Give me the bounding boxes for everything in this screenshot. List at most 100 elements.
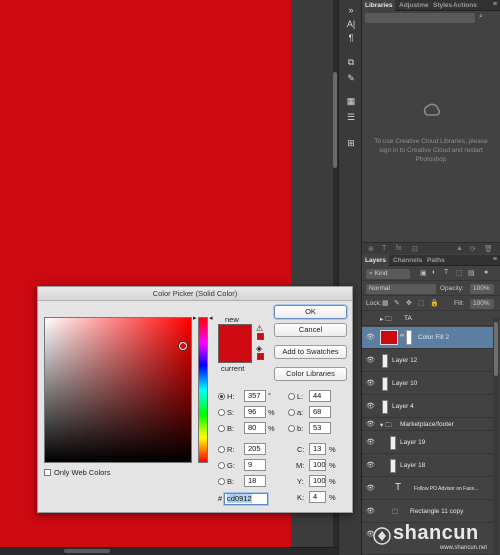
red-field[interactable]: 205 xyxy=(244,443,266,455)
fx-icon[interactable]: fx xyxy=(396,245,401,252)
eye-icon[interactable]: 👁 xyxy=(366,462,375,470)
eye-icon[interactable]: 👁 xyxy=(366,485,375,493)
type-icon[interactable]: A| xyxy=(344,18,358,30)
fill-field[interactable]: 100% xyxy=(470,299,494,309)
gamut-swatch[interactable] xyxy=(257,333,264,340)
a-field[interactable]: 68 xyxy=(309,406,331,418)
collapse-icon[interactable]: » xyxy=(344,4,358,16)
eye-icon[interactable]: 👁 xyxy=(366,357,375,365)
eye-icon[interactable]: 👁 xyxy=(366,439,375,447)
lock-pixels-icon[interactable]: ▦ xyxy=(382,299,389,307)
trash-icon[interactable]: 🗑 xyxy=(484,245,493,253)
paragraph-icon[interactable]: ¶ xyxy=(344,32,358,44)
filter-toggle-icon[interactable]: ● xyxy=(484,269,488,276)
lock-artboard-icon[interactable]: ⬚ xyxy=(418,299,425,307)
layer-row-text[interactable]: 👁 T Follow PO Advisor on Face... xyxy=(362,478,493,500)
horizontal-scroll-thumb[interactable] xyxy=(64,549,110,553)
only-web-colors-checkbox[interactable] xyxy=(44,469,51,476)
hue-radio[interactable] xyxy=(218,393,225,400)
hue-slider[interactable] xyxy=(198,317,208,463)
layer-row[interactable]: 👁 Layer 10 xyxy=(362,373,493,395)
opacity-field[interactable]: 100% xyxy=(470,284,494,294)
sync-icon[interactable]: ⟳ xyxy=(470,245,476,253)
current-color-swatch[interactable] xyxy=(218,344,252,363)
layer-row-group-marketplace[interactable]: 👁 ▾ 🗀 Marketplace/footer xyxy=(362,419,493,431)
layers-scroll-thumb[interactable] xyxy=(494,322,498,376)
layer-row[interactable]: 👁 Layer 18 xyxy=(362,455,493,477)
tab-libraries[interactable]: Libraries xyxy=(362,0,396,11)
shape-filter-icon[interactable]: ⬚ xyxy=(456,269,463,277)
eye-icon[interactable]: 👁 xyxy=(366,334,375,342)
yellow-field[interactable]: 100 xyxy=(309,475,326,487)
cyan-field[interactable]: 13 xyxy=(309,443,326,455)
text-style-icon[interactable]: T xyxy=(382,245,386,252)
canvas-horizontal-scrollbar[interactable] xyxy=(0,547,338,555)
canvas-vertical-scrollbar[interactable] xyxy=(333,72,337,168)
lock-position-icon[interactable]: ✥ xyxy=(406,299,412,307)
cancel-button[interactable]: Cancel xyxy=(274,323,347,337)
layer-row-group-ta[interactable]: ▸ 🗀 TA xyxy=(362,312,493,326)
dialog-title[interactable]: Color Picker (Solid Color) xyxy=(38,287,352,301)
color-selector-ring[interactable] xyxy=(179,342,187,350)
blend-mode-select[interactable]: Normal xyxy=(366,284,436,294)
eye-icon[interactable]: 👁 xyxy=(366,421,375,429)
layers-menu-icon[interactable]: ≡ xyxy=(493,256,497,263)
tab-layers[interactable]: Layers xyxy=(362,255,389,266)
layer-row[interactable]: 👁 Layer 19 xyxy=(362,432,493,454)
tab-paths[interactable]: Paths xyxy=(424,255,448,266)
eye-icon[interactable]: 👁 xyxy=(366,508,375,516)
layer-kind-filter[interactable]: ⌕ Kind xyxy=(366,269,410,279)
b-lab-radio[interactable] xyxy=(288,425,295,432)
tab-actions[interactable]: Actions xyxy=(450,0,480,11)
hue-arrow-right-icon[interactable]: ◂ xyxy=(209,314,213,322)
brightness-radio[interactable] xyxy=(218,425,225,432)
web-safe-swatch[interactable] xyxy=(257,353,264,360)
gamut-warning-icon[interactable]: ⚠ xyxy=(256,324,263,333)
layer-row[interactable]: 👁 Layer 4 xyxy=(362,396,493,418)
l-radio[interactable] xyxy=(288,393,295,400)
eye-icon[interactable]: 👁 xyxy=(366,403,375,411)
green-radio[interactable] xyxy=(218,462,225,469)
panel-menu-icon[interactable]: ≡ xyxy=(493,1,497,8)
blue-radio[interactable] xyxy=(218,478,225,485)
black-field[interactable]: 4 xyxy=(309,491,326,503)
brightness-field[interactable]: 80 xyxy=(244,422,266,434)
saturation-brightness-field[interactable] xyxy=(44,317,192,463)
l-field[interactable]: 44 xyxy=(309,390,331,402)
hex-field[interactable]: cd0912 xyxy=(224,493,268,505)
adjust-filter-icon[interactable]: ◐ xyxy=(432,269,436,276)
eye-icon[interactable]: 👁 xyxy=(366,380,375,388)
layer-row-color-fill[interactable]: 👁 ∞ Color Fill 2 xyxy=(362,327,493,349)
green-field[interactable]: 9 xyxy=(244,459,266,471)
add-to-swatches-button[interactable]: Add to Swatches xyxy=(274,345,347,359)
saturation-radio[interactable] xyxy=(218,409,225,416)
brush-add-icon[interactable]: ⊡ xyxy=(412,245,418,253)
lock-all-icon[interactable]: 🔒 xyxy=(430,299,439,307)
add-icon[interactable]: ⊕ xyxy=(368,245,374,253)
smart-filter-icon[interactable]: ▤ xyxy=(468,269,475,277)
tab-channels[interactable]: Channels xyxy=(390,255,425,266)
hue-field[interactable]: 357 xyxy=(244,390,266,402)
saturation-field[interactable]: 96 xyxy=(244,406,266,418)
layer-row-shape[interactable]: 👁 ⬚ Rectangle 11 copy xyxy=(362,501,493,523)
magenta-field[interactable]: 100 xyxy=(309,459,326,471)
ok-button[interactable]: OK xyxy=(274,305,347,319)
visibility-off-icon[interactable] xyxy=(366,315,375,323)
blue-field[interactable]: 18 xyxy=(244,475,266,487)
notes-icon[interactable]: ☰ xyxy=(344,111,358,123)
tab-adjustments[interactable]: Adjustme xyxy=(396,0,432,11)
search-icon[interactable]: ⌕ xyxy=(479,13,483,21)
swatches-icon[interactable]: ▦ xyxy=(344,95,358,107)
a-radio[interactable] xyxy=(288,409,295,416)
brush-icon[interactable]: ✎ xyxy=(344,72,358,84)
layer-row[interactable]: 👁 Layer 12 xyxy=(362,350,493,372)
b-lab-field[interactable]: 53 xyxy=(309,422,331,434)
library-select[interactable] xyxy=(365,13,475,23)
color-libraries-button[interactable]: Color Libraries xyxy=(274,367,347,381)
upload-icon[interactable]: ▲ xyxy=(456,245,463,252)
properties-icon[interactable]: ⊞ xyxy=(344,137,358,149)
lock-paint-icon[interactable]: ✎ xyxy=(394,299,400,307)
red-radio[interactable] xyxy=(218,446,225,453)
web-safe-cube-icon[interactable]: ◈ xyxy=(256,344,262,353)
type-filter-icon[interactable]: T xyxy=(444,269,448,276)
